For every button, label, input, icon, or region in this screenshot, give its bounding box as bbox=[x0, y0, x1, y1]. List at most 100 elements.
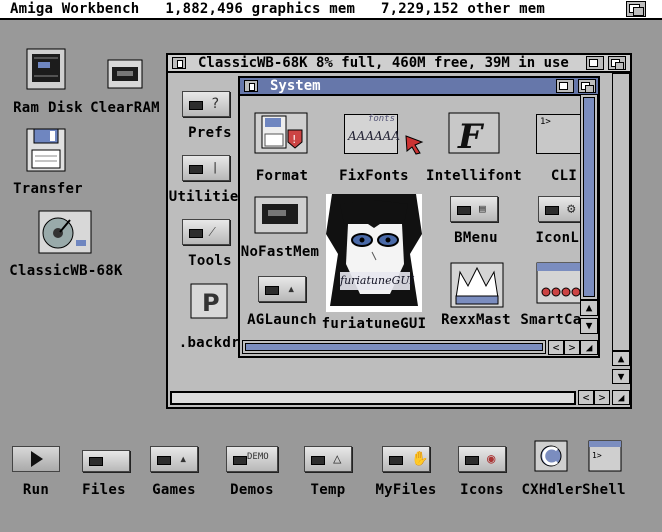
window-depth-icon[interactable] bbox=[578, 79, 596, 93]
scroll-right-icon[interactable]: > bbox=[594, 390, 610, 405]
tool-item-iconlib[interactable]: ⚙ IconLib bbox=[530, 194, 580, 264]
tool-item-aglaunch[interactable]: ▴ AGLaunch bbox=[247, 274, 320, 340]
dock-label: Icons bbox=[460, 482, 504, 498]
resize-icon[interactable]: ◢ bbox=[580, 340, 598, 355]
drawer-slot bbox=[157, 456, 171, 465]
close-icon[interactable] bbox=[172, 57, 186, 69]
memory-icon bbox=[107, 59, 143, 89]
classicwb-vscroll[interactable] bbox=[612, 73, 630, 351]
folder-item-prefs[interactable]: ? Prefs bbox=[174, 91, 244, 147]
dock-item-run[interactable]: Run bbox=[8, 444, 64, 504]
close-icon[interactable] bbox=[244, 80, 258, 92]
scroll-left-icon[interactable]: < bbox=[548, 340, 564, 355]
scroll-up-icon[interactable]: ▲ bbox=[580, 300, 598, 316]
screen-depth-gadget[interactable] bbox=[626, 1, 646, 17]
question-mark-icon: ? bbox=[211, 96, 220, 112]
dock-item-games[interactable]: ▴ Games bbox=[146, 444, 202, 504]
hard-drive-icon bbox=[38, 210, 92, 254]
tool-item-smartcache[interactable]: SmartCache bbox=[520, 262, 580, 340]
memory-chip-icon bbox=[254, 196, 308, 234]
item-label: BMenu bbox=[454, 230, 498, 246]
drawer-slot bbox=[189, 165, 203, 174]
screen-title-bar[interactable]: Amiga Workbench 1,882,496 graphics mem 7… bbox=[0, 0, 662, 20]
hand-icon: ✋ bbox=[411, 451, 429, 467]
system-vscroll[interactable] bbox=[580, 94, 598, 300]
vscroll-thumb[interactable] bbox=[583, 97, 595, 297]
folder-item-tools[interactable]: ⁄ Tools bbox=[174, 219, 244, 275]
shell-window-icon: 1> bbox=[536, 114, 580, 154]
item-label: Tools bbox=[188, 253, 232, 269]
joystick-icon: ▴ bbox=[287, 281, 296, 297]
hammer-icon: ⁄ bbox=[211, 224, 214, 240]
drawer-slot bbox=[189, 229, 203, 238]
desktop-icon-classicwb[interactable]: ClassicWB-68K bbox=[9, 210, 124, 285]
dock-item-shell[interactable]: 1> Shell bbox=[582, 440, 626, 504]
gear-icon: ⚙ bbox=[567, 201, 576, 217]
shell-icon: 1> bbox=[588, 440, 622, 472]
system-window-title: System bbox=[270, 78, 321, 94]
svg-text:!: ! bbox=[292, 133, 296, 146]
scroll-right-icon[interactable]: > bbox=[564, 340, 580, 355]
zoom-box-icon bbox=[559, 82, 568, 90]
scroll-left-icon[interactable]: < bbox=[578, 390, 594, 405]
dock-item-icons[interactable]: ◉ Icons bbox=[454, 444, 510, 504]
hscroll-thumb[interactable] bbox=[245, 343, 543, 351]
window-depth-icon[interactable] bbox=[608, 56, 626, 70]
zoom-icon[interactable] bbox=[556, 79, 574, 93]
folder-item-utilities[interactable]: ❘ Utilities bbox=[169, 155, 247, 211]
item-label: SmartCache bbox=[520, 312, 580, 328]
classicwb-window-title: ClassicWB-68K 8% full, 460M free, 39M in… bbox=[198, 55, 569, 71]
intellifont-icon: F bbox=[448, 112, 500, 156]
play-icon bbox=[12, 446, 60, 472]
dock-item-files[interactable]: Files bbox=[76, 444, 132, 504]
drawer-slot bbox=[457, 206, 471, 215]
furiatune-logo-text: furiatuneGUI bbox=[340, 274, 414, 287]
tool-item-fixfonts[interactable]: fonts AAAAAA FixFonts bbox=[339, 112, 424, 186]
scroll-up-icon[interactable]: ▲ bbox=[612, 351, 630, 366]
drawer-icon: ? bbox=[182, 91, 230, 117]
tool-item-cli[interactable]: 1> CLI bbox=[530, 112, 580, 186]
desktop-icon-transfer[interactable]: Transfer bbox=[13, 128, 83, 198]
dock-item-demos[interactable]: DEMO Demos bbox=[222, 444, 282, 504]
desktop-icon-label: ClassicWB-68K bbox=[9, 263, 123, 279]
dock-item-myfiles[interactable]: ✋ MyFiles bbox=[374, 444, 438, 504]
dock-label: Files bbox=[82, 482, 126, 498]
scroll-down-icon[interactable]: ▼ bbox=[580, 318, 598, 334]
wrench-icon: ❘ bbox=[211, 160, 220, 176]
play-arrow-icon bbox=[31, 451, 43, 467]
ram-chip-icon bbox=[26, 48, 66, 90]
zoom-icon[interactable] bbox=[586, 56, 604, 70]
drawer-icon: DEMO bbox=[226, 446, 278, 472]
classicwb-hscroll[interactable] bbox=[170, 391, 576, 405]
system-hscroll[interactable] bbox=[242, 340, 546, 354]
fonts-icon: fonts AAAAAA bbox=[344, 114, 400, 154]
item-label: furiatuneGUI bbox=[321, 316, 427, 332]
drawer-icon: ▤ bbox=[450, 196, 498, 222]
tool-item-rexxmast[interactable]: RexxMast bbox=[436, 262, 516, 340]
depth-front-icon bbox=[615, 62, 624, 70]
dock-label: Shell bbox=[582, 482, 626, 498]
tool-item-format[interactable]: ! Format bbox=[252, 112, 312, 186]
cli-prompt: 1> bbox=[540, 117, 551, 127]
classicwb-window-titlebar[interactable]: ClassicWB-68K 8% full, 460M free, 39M in… bbox=[168, 55, 630, 73]
svg-text:F: F bbox=[457, 117, 485, 156]
hscroll-thumb[interactable] bbox=[171, 392, 575, 404]
tool-item-intellifont[interactable]: F Intellifont bbox=[426, 112, 522, 186]
system-window[interactable]: System ! Format fonts AAAAAA FixFonts F … bbox=[238, 76, 600, 358]
desktop-icon-ramdisk[interactable]: Ram Disk bbox=[13, 48, 83, 118]
resize-icon[interactable]: ◢ bbox=[612, 390, 630, 405]
file-item-backdrop[interactable]: P .backdrop bbox=[174, 283, 257, 351]
dock-item-cxhdler[interactable]: CXHdler bbox=[521, 440, 582, 504]
scroll-down-icon[interactable]: ▼ bbox=[612, 369, 630, 384]
drawer-slot bbox=[233, 456, 247, 465]
floppy-disk-icon bbox=[26, 128, 66, 172]
drawer-slot bbox=[89, 457, 103, 466]
svg-text:1>: 1> bbox=[592, 451, 602, 460]
tool-item-nofastmem[interactable]: NoFastMem bbox=[241, 194, 320, 264]
item-label: CLI bbox=[550, 168, 578, 184]
desktop-icon-clearram[interactable]: ClearRAM bbox=[90, 55, 160, 120]
tool-item-bmenu[interactable]: ▤ BMenu bbox=[440, 194, 512, 264]
tool-item-furiatunegui[interactable]: furiatuneGUI furiatuneGUI bbox=[322, 194, 426, 340]
mouse-pointer-icon bbox=[405, 135, 424, 155]
dock-item-temp[interactable]: △ Temp bbox=[300, 444, 356, 504]
